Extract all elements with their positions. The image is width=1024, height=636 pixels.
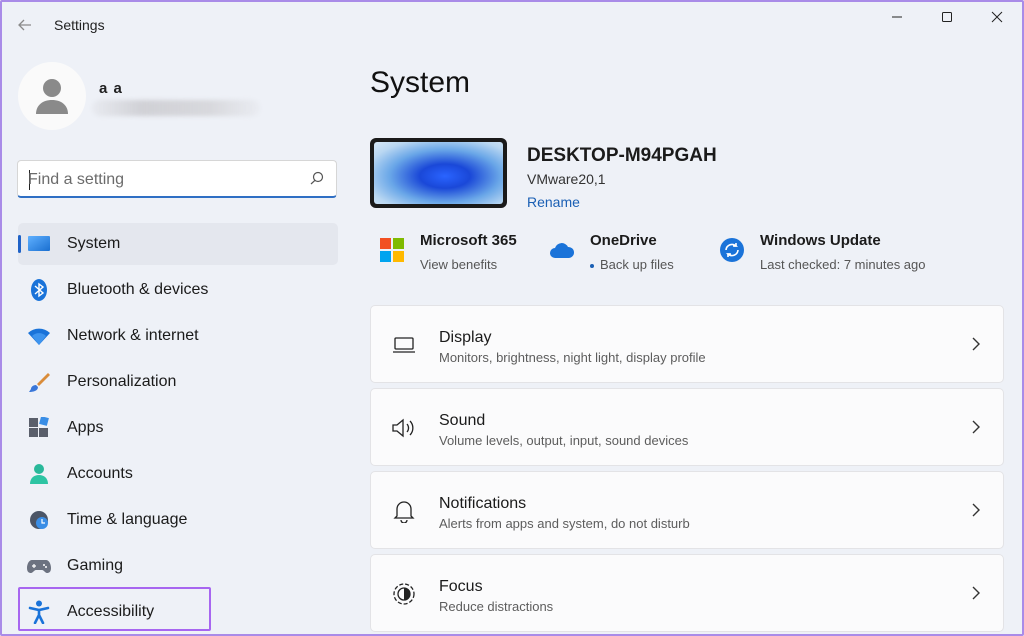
microsoft-365-tile[interactable]: Microsoft 365 View benefits (378, 232, 517, 272)
sidebar-item-label: Gaming (67, 557, 124, 574)
laptop-icon (391, 332, 417, 358)
accessibility-icon (26, 599, 52, 625)
minimize-button[interactable] (872, 2, 922, 32)
card-title: Display (439, 329, 492, 346)
settings-window: Settings a a Find a setting System Bluet… (0, 0, 1024, 636)
sidebar-item-label: Network & internet (67, 327, 199, 344)
sidebar-item-bluetooth[interactable]: Bluetooth & devices (18, 269, 338, 311)
windows-update-tile[interactable]: Windows Update Last checked: 7 minutes a… (718, 232, 926, 272)
sidebar-item-label: Personalization (67, 373, 177, 390)
speaker-icon (391, 415, 417, 441)
maximize-icon (942, 12, 952, 22)
notifications-card[interactable]: Notifications Alerts from apps and syste… (370, 471, 1004, 549)
apps-icon (26, 415, 52, 441)
search-icon[interactable] (310, 171, 324, 185)
onedrive-cloud-icon (548, 236, 576, 264)
active-indicator (18, 235, 21, 253)
sidebar-item-label: System (67, 235, 121, 252)
quick-title: OneDrive (590, 232, 657, 249)
bluetooth-icon (26, 277, 52, 303)
settings-cards: Display Monitors, brightness, night ligh… (370, 305, 1004, 634)
brush-icon (26, 369, 52, 395)
focus-card[interactable]: Focus Reduce distractions (370, 554, 1004, 632)
chevron-right-icon (972, 337, 980, 351)
sidebar-item-personalization[interactable]: Personalization (18, 361, 338, 403)
rename-link[interactable]: Rename (527, 194, 580, 210)
sidebar-item-network[interactable]: Network & internet (18, 315, 338, 357)
close-icon (991, 11, 1003, 23)
quick-subtitle: View benefits (420, 257, 498, 272)
minimize-icon (892, 16, 902, 18)
window-controls (872, 2, 1022, 32)
display-card[interactable]: Display Monitors, brightness, night ligh… (370, 305, 1004, 383)
title-bar: Settings (2, 2, 1022, 48)
wallpaper-preview (374, 142, 503, 204)
card-title: Sound (439, 412, 486, 429)
avatar[interactable] (18, 62, 86, 130)
chevron-right-icon (972, 503, 980, 517)
back-arrow-icon (18, 19, 31, 31)
sidebar-item-apps[interactable]: Apps (18, 407, 338, 449)
focus-icon (391, 581, 417, 607)
clock-globe-icon (26, 507, 52, 533)
sidebar-item-gaming[interactable]: Gaming (18, 545, 338, 587)
close-button[interactable] (972, 2, 1022, 32)
status-dot (590, 263, 594, 268)
maximize-button[interactable] (922, 2, 972, 32)
bell-icon (391, 498, 417, 524)
quick-title: Windows Update (760, 232, 881, 249)
sidebar-item-label: Accessibility (67, 603, 155, 620)
app-title: Settings (54, 17, 105, 33)
sidebar-nav: System Bluetooth & devices Network & int… (18, 223, 338, 634)
sidebar-item-time-language[interactable]: Time & language (18, 499, 338, 541)
sidebar-item-label: Accounts (67, 465, 133, 482)
card-subtitle: Volume levels, output, input, sound devi… (439, 433, 689, 448)
card-title: Focus (439, 578, 483, 595)
chevron-right-icon (972, 586, 980, 600)
sidebar-item-accounts[interactable]: Accounts (18, 453, 338, 495)
windows-update-icon (718, 236, 746, 264)
user-avatar-icon (36, 79, 68, 114)
card-subtitle: Alerts from apps and system, do not dist… (439, 516, 690, 531)
wifi-icon (26, 323, 52, 349)
search-box[interactable] (17, 160, 337, 198)
quick-title: Microsoft 365 (420, 232, 517, 249)
system-icon (26, 231, 52, 257)
sound-card[interactable]: Sound Volume levels, output, input, soun… (370, 388, 1004, 466)
person-icon (26, 461, 52, 487)
chevron-right-icon (972, 420, 980, 434)
device-name: DESKTOP-M94PGAH (527, 145, 717, 166)
sidebar-item-label: Apps (67, 419, 104, 436)
card-subtitle: Reduce distractions (439, 599, 554, 614)
sidebar-item-label: Time & language (67, 511, 188, 528)
card-subtitle: Monitors, brightness, night light, displ… (439, 350, 706, 365)
quick-subtitle-text: Back up files (600, 257, 674, 272)
device-model: VMware20,1 (527, 171, 606, 187)
quick-subtitle: Back up files (590, 257, 674, 272)
card-title: Notifications (439, 495, 527, 512)
quick-subtitle: Last checked: 7 minutes ago (760, 257, 926, 272)
sidebar-item-label: Bluetooth & devices (67, 281, 209, 298)
user-name: a a (99, 80, 123, 97)
user-email-redacted (92, 100, 260, 116)
search-input[interactable] (28, 169, 298, 191)
device-thumbnail (370, 138, 507, 208)
microsoft-logo-icon (378, 236, 406, 264)
sidebar-item-system[interactable]: System (18, 223, 338, 265)
page-title: System (370, 66, 471, 99)
sidebar-item-accessibility[interactable]: Accessibility (18, 591, 338, 633)
onedrive-tile[interactable]: OneDrive Back up files (548, 232, 674, 272)
gamepad-icon (26, 553, 52, 579)
back-button[interactable] (12, 12, 38, 38)
